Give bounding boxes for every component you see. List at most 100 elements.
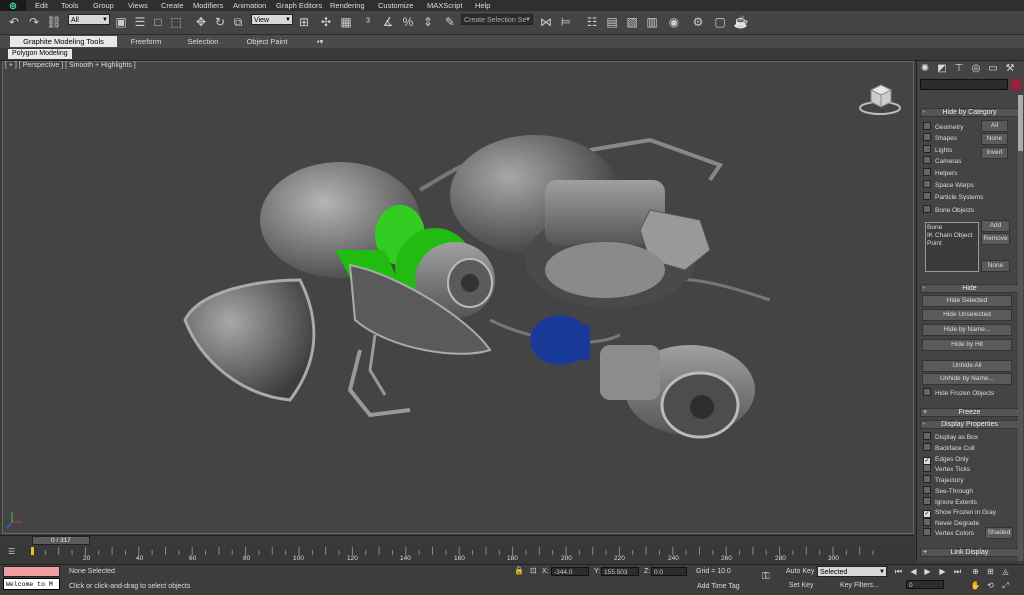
- time-slider-thumb[interactable]: 0 / 317: [32, 536, 90, 545]
- render-setup-icon[interactable]: ⚙: [690, 14, 706, 30]
- shaded-button[interactable]: Shaded: [985, 527, 1013, 539]
- tab-object-paint[interactable]: Object Paint: [238, 36, 296, 47]
- all-button[interactable]: All: [981, 120, 1008, 132]
- unhide-all-button[interactable]: Unhide All: [922, 360, 1012, 372]
- lock-selection-icon[interactable]: 🔒: [514, 566, 524, 575]
- tab-selection[interactable]: Selection: [178, 36, 228, 47]
- rollout-freeze[interactable]: + Freeze: [920, 408, 1019, 417]
- rollout-hide-by-category[interactable]: - Hide by Category: [920, 108, 1019, 117]
- previous-frame-icon[interactable]: ◀: [908, 566, 919, 577]
- tab-graphite-modeling-tools[interactable]: Graphite Modeling Tools: [10, 36, 117, 47]
- scale-icon[interactable]: ⧉: [230, 14, 246, 30]
- check-backface-cull[interactable]: Backface Cull: [923, 443, 975, 454]
- check-display-as-box[interactable]: Display as Box: [923, 432, 978, 443]
- create-tab-icon[interactable]: ✺: [918, 62, 932, 76]
- selection-filter-dropdown[interactable]: All ▼: [68, 14, 110, 25]
- edit-named-sets-icon[interactable]: ✎: [442, 14, 458, 30]
- viewcube-icon[interactable]: [857, 80, 903, 116]
- polygon-modeling-panel[interactable]: Polygon Modeling: [8, 49, 72, 59]
- rotate-icon[interactable]: ↻: [212, 14, 228, 30]
- key-mode-dropdown[interactable]: Selected ▼: [817, 566, 887, 577]
- ref-coord-dropdown[interactable]: View ▼: [251, 14, 293, 25]
- display-tab-icon[interactable]: ▭: [986, 62, 1000, 76]
- x-coord-field[interactable]: -344.0: [551, 567, 589, 576]
- list-item[interactable]: Point: [927, 240, 977, 248]
- check-see-through[interactable]: See-Through: [923, 486, 973, 497]
- none-button[interactable]: None: [981, 133, 1008, 145]
- check-cameras[interactable]: Cameras: [923, 156, 961, 167]
- field-of-view-icon[interactable]: ◬: [1000, 566, 1011, 577]
- z-coord-field[interactable]: 0.0: [651, 567, 687, 576]
- absolute-mode-icon[interactable]: ⊡: [530, 566, 537, 575]
- check-hide-frozen[interactable]: Hide Frozen Objects: [923, 388, 994, 399]
- go-to-start-icon[interactable]: ⏮: [893, 566, 904, 577]
- menu-modifiers[interactable]: Modifiers: [193, 0, 223, 11]
- check-show-frozen-gray[interactable]: ✓ Show Frozen in Gray: [923, 507, 996, 518]
- add-button[interactable]: Add: [981, 220, 1010, 232]
- menu-animation[interactable]: Animation: [233, 0, 266, 11]
- set-key-icon[interactable]: ⚿: [762, 571, 770, 582]
- hide-selected-button[interactable]: Hide Selected: [922, 295, 1012, 307]
- maxscript-listener-output[interactable]: [3, 566, 60, 577]
- scrollbar-thumb[interactable]: [1018, 95, 1023, 151]
- viewport-label[interactable]: [ + ] [ Perspective ] [ Smooth + Highlig…: [5, 62, 136, 69]
- hide-by-hit-button[interactable]: Hide by Hit: [922, 339, 1012, 351]
- spinner-snap-icon[interactable]: ⇕: [420, 14, 436, 30]
- menu-help[interactable]: Help: [475, 0, 490, 11]
- hide-unselected-button[interactable]: Hide Unselected: [922, 309, 1012, 321]
- menu-maxscript[interactable]: MAXScript: [427, 0, 462, 11]
- ribbon-options-icon[interactable]: ▪▾: [310, 36, 330, 47]
- zoom-region-icon[interactable]: ⊞: [985, 566, 996, 577]
- check-helpers[interactable]: Helpers: [923, 168, 957, 179]
- rollout-hide[interactable]: - Hide: [920, 284, 1019, 293]
- render-production-icon[interactable]: ☕: [733, 14, 749, 30]
- command-panel-scrollbar[interactable]: [1018, 95, 1023, 561]
- menu-customize[interactable]: Customize: [378, 0, 413, 11]
- named-selection-dropdown[interactable]: Create Selection Se ▼: [461, 14, 533, 25]
- zoom-extents-icon[interactable]: ⊕: [970, 566, 981, 577]
- menu-group[interactable]: Group: [93, 0, 114, 11]
- modify-tab-icon[interactable]: ◩: [935, 62, 949, 76]
- move-icon[interactable]: ✥: [193, 14, 209, 30]
- pivot-icon[interactable]: ⊞: [296, 14, 312, 30]
- redo-icon[interactable]: ↷: [26, 14, 42, 30]
- select-manipulate-icon[interactable]: ✣: [318, 14, 334, 30]
- list-item[interactable]: Bone: [927, 224, 977, 232]
- next-frame-icon[interactable]: ▶: [937, 566, 948, 577]
- schematic-view-icon[interactable]: ▥: [644, 14, 660, 30]
- check-vertex-ticks[interactable]: Vertex Ticks: [923, 464, 970, 475]
- percent-snap-icon[interactable]: %: [400, 14, 416, 30]
- link-icon[interactable]: ⛓: [46, 14, 62, 30]
- menu-edit[interactable]: Edit: [35, 0, 48, 11]
- menu-tools[interactable]: Tools: [61, 0, 79, 11]
- current-frame-field[interactable]: 0: [906, 580, 944, 589]
- graphite-toggle-icon[interactable]: ▤: [604, 14, 620, 30]
- trackbar-menu-icon[interactable]: ☰: [8, 547, 15, 556]
- rendered-frame-icon[interactable]: ▢: [712, 14, 728, 30]
- category-list[interactable]: Bone IK Chain Object Point: [925, 222, 979, 272]
- check-bone-objects[interactable]: Bone Objects: [923, 205, 974, 216]
- select-object-icon[interactable]: ▣: [113, 14, 129, 30]
- utilities-tab-icon[interactable]: ⚒: [1003, 62, 1017, 76]
- tab-freeform[interactable]: Freeform: [121, 36, 171, 47]
- menu-graph-editors[interactable]: Graph Editors: [276, 0, 322, 11]
- go-to-end-icon[interactable]: ⏭: [952, 566, 963, 577]
- undo-icon[interactable]: ↶: [6, 14, 22, 30]
- play-icon[interactable]: ▶: [922, 566, 933, 577]
- motion-tab-icon[interactable]: ◎: [969, 62, 983, 76]
- y-coord-field[interactable]: 155.503: [601, 567, 639, 576]
- check-particle-systems[interactable]: Particle Systems: [923, 192, 983, 203]
- menu-rendering[interactable]: Rendering: [330, 0, 365, 11]
- check-vertex-colors[interactable]: Vertex Colors: [923, 528, 974, 539]
- check-lights[interactable]: Lights: [923, 145, 952, 156]
- menu-create[interactable]: Create: [161, 0, 184, 11]
- angle-snap-icon[interactable]: ∡: [380, 14, 396, 30]
- orbit-icon[interactable]: ⟲: [985, 580, 996, 591]
- key-filters-button[interactable]: Key Filters...: [840, 582, 879, 589]
- check-geometry[interactable]: Geometry: [923, 122, 964, 133]
- mirror-icon[interactable]: ⋈: [538, 14, 554, 30]
- check-space-warps[interactable]: Space Warps: [923, 180, 974, 191]
- rollout-display-properties[interactable]: - Display Properties: [920, 420, 1019, 429]
- object-name-field[interactable]: [920, 79, 1008, 90]
- window-crossing-icon[interactable]: ⬚: [168, 14, 184, 30]
